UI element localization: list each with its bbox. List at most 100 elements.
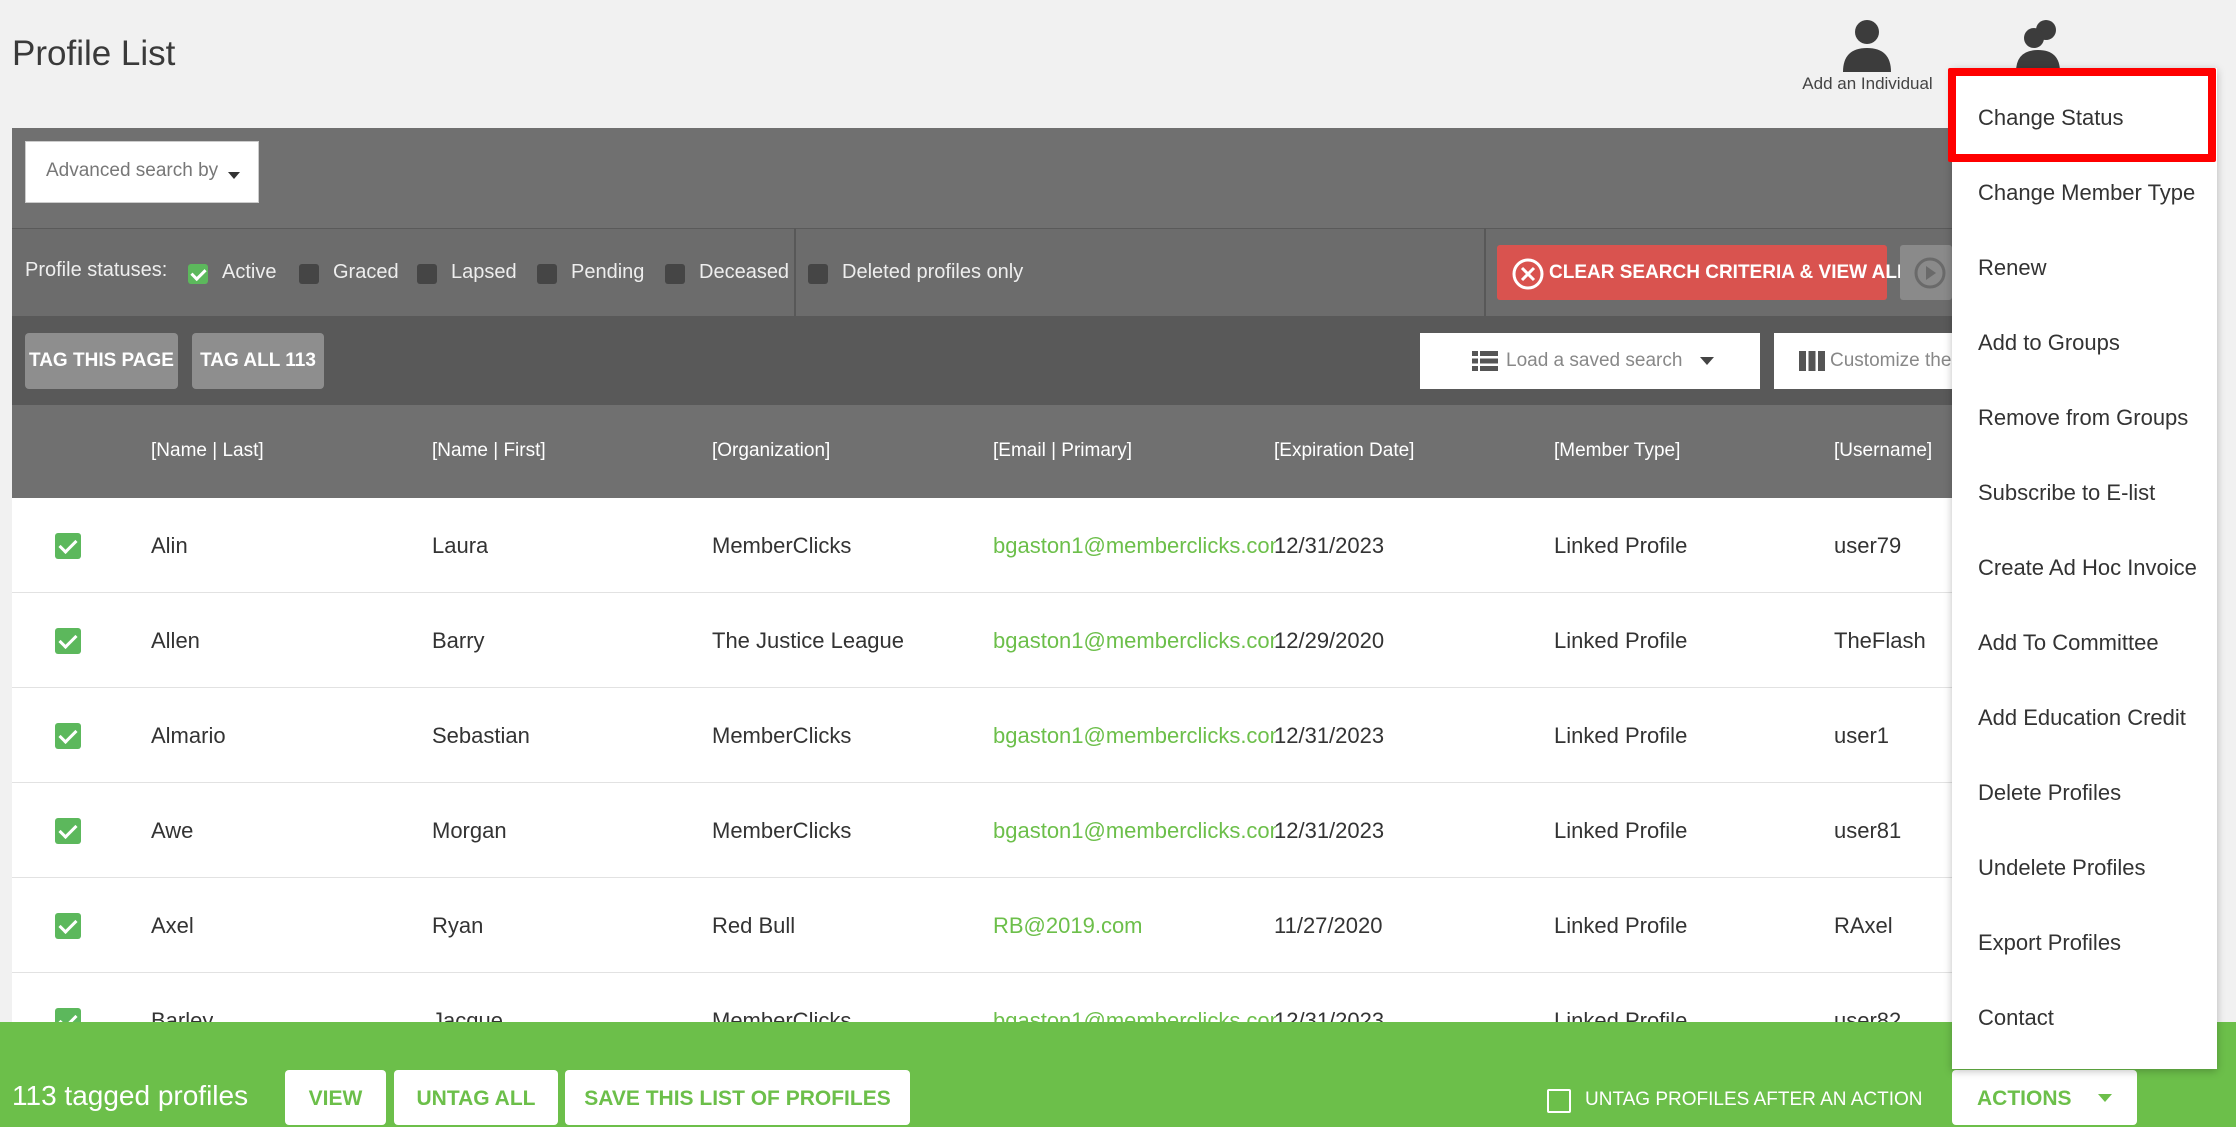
status-deceased-checkbox[interactable] xyxy=(665,264,685,284)
tag-all-button[interactable]: TAG ALL 113 xyxy=(192,333,324,389)
view-button[interactable]: VIEW xyxy=(285,1070,386,1125)
add-organization-icon[interactable] xyxy=(2012,18,2072,72)
cell-username: user1 xyxy=(1834,723,1890,748)
status-pending-label[interactable]: Pending xyxy=(571,261,644,284)
untag-after-action-checkbox[interactable] xyxy=(1547,1089,1571,1113)
deleted-only-checkbox[interactable] xyxy=(808,264,828,284)
cell-expiration-date: 12/31/2023 xyxy=(1274,818,1385,843)
run-search-button[interactable] xyxy=(1900,245,1952,300)
cell-email-link[interactable]: bgaston1@memberclicks.com xyxy=(993,818,1276,844)
cell-first-name: Sebastian xyxy=(432,723,530,748)
menu-item-undelete-profiles[interactable]: Undelete Profiles xyxy=(1978,855,2146,881)
actions-menu: Change Status Change Member Type Renew A… xyxy=(1952,68,2217,1069)
cell-member-type: Linked Profile xyxy=(1554,533,1688,558)
page-title: Profile List xyxy=(12,34,176,73)
status-pending-checkbox[interactable] xyxy=(537,264,557,284)
menu-item-subscribe-to-elist[interactable]: Subscribe to E-list xyxy=(1978,480,2155,506)
search-panel xyxy=(12,128,1952,228)
untag-all-button[interactable]: UNTAG ALL xyxy=(394,1070,558,1125)
column-header-username[interactable]: [Username] xyxy=(1834,440,1932,462)
row-checkbox[interactable] xyxy=(55,818,81,844)
menu-item-export-profiles[interactable]: Export Profiles xyxy=(1978,930,2121,956)
divider xyxy=(1484,228,1486,316)
close-circle-icon xyxy=(1512,258,1544,290)
cell-member-type: Linked Profile xyxy=(1554,818,1688,843)
tag-this-page-button[interactable]: TAG THIS PAGE xyxy=(25,333,178,389)
play-icon xyxy=(1914,257,1946,289)
status-deceased-label[interactable]: Deceased xyxy=(699,261,789,284)
add-individual-label[interactable]: Add an Individual xyxy=(1780,74,1955,94)
cell-last-name: Awe xyxy=(151,818,194,843)
row-checkbox[interactable] xyxy=(55,723,81,749)
menu-item-add-to-committee[interactable]: Add To Committee xyxy=(1978,630,2159,656)
menu-item-change-member-type[interactable]: Change Member Type xyxy=(1978,180,2195,206)
table-row[interactable]: Allen Barry The Justice League bgaston1@… xyxy=(12,593,1952,688)
menu-item-add-education-credit[interactable]: Add Education Credit xyxy=(1978,705,2186,731)
divider xyxy=(794,228,796,316)
customize-columns-button[interactable]: Customize the xyxy=(1774,333,1954,389)
column-header-expiration-date[interactable]: [Expiration Date] xyxy=(1274,440,1414,462)
untag-after-action-label[interactable]: UNTAG PROFILES AFTER AN ACTION xyxy=(1585,1089,1922,1111)
cell-username: user81 xyxy=(1834,818,1902,843)
cell-member-type: Linked Profile xyxy=(1554,913,1688,938)
actions-button[interactable]: ACTIONS xyxy=(1952,1070,2137,1125)
deleted-only-label[interactable]: Deleted profiles only xyxy=(842,261,1023,284)
column-header-email[interactable]: [Email | Primary] xyxy=(993,440,1132,462)
cell-first-name: Ryan xyxy=(432,913,484,938)
save-list-button[interactable]: SAVE THIS LIST OF PROFILES xyxy=(565,1070,910,1125)
menu-item-remove-from-groups[interactable]: Remove from Groups xyxy=(1978,405,2188,431)
menu-item-renew[interactable]: Renew xyxy=(1978,255,2046,281)
cell-email-link[interactable]: RB@2019.com xyxy=(993,913,1276,939)
highlight-box xyxy=(1948,68,2216,162)
table-row[interactable]: Awe Morgan MemberClicks bgaston1@memberc… xyxy=(12,783,1952,878)
status-active-label[interactable]: Active xyxy=(222,261,276,284)
status-lapsed-label[interactable]: Lapsed xyxy=(451,261,517,284)
cell-last-name: Almario xyxy=(151,723,226,748)
cell-last-name: Axel xyxy=(151,913,194,938)
cell-email-link[interactable]: bgaston1@memberclicks.com xyxy=(993,533,1276,559)
chevron-down-icon xyxy=(2098,1094,2112,1102)
row-checkbox[interactable] xyxy=(55,533,81,559)
cell-first-name: Laura xyxy=(432,533,489,558)
cell-email-link[interactable]: bgaston1@memberclicks.com xyxy=(993,723,1276,749)
cell-username: user79 xyxy=(1834,533,1902,558)
cell-organization: Red Bull xyxy=(712,913,796,938)
cell-organization: MemberClicks xyxy=(712,818,852,843)
cell-first-name: Barry xyxy=(432,628,485,653)
cell-expiration-date: 12/31/2023 xyxy=(1274,533,1385,558)
menu-item-create-ad-hoc-invoice[interactable]: Create Ad Hoc Invoice xyxy=(1978,555,2197,581)
table-row[interactable]: Alin Laura MemberClicks bgaston1@memberc… xyxy=(12,498,1952,593)
status-graced-checkbox[interactable] xyxy=(299,264,319,284)
cell-username: TheFlash xyxy=(1834,628,1926,653)
load-saved-search-label: Load a saved search xyxy=(1506,350,1683,371)
cell-expiration-date: 12/31/2023 xyxy=(1274,723,1385,748)
cell-organization: MemberClicks xyxy=(712,533,852,558)
status-active-checkbox[interactable] xyxy=(188,264,208,284)
cell-member-type: Linked Profile xyxy=(1554,628,1688,653)
cell-member-type: Linked Profile xyxy=(1554,723,1688,748)
table-row[interactable]: Axel Ryan Red Bull RB@2019.com 11/27/202… xyxy=(12,878,1952,973)
cell-last-name: Allen xyxy=(151,628,200,653)
menu-item-delete-profiles[interactable]: Delete Profiles xyxy=(1978,780,2121,806)
add-individual-icon[interactable] xyxy=(1837,18,1897,72)
cell-last-name: Alin xyxy=(151,533,188,558)
column-header-member-type[interactable]: [Member Type] xyxy=(1554,440,1680,462)
clear-search-button[interactable]: CLEAR SEARCH CRITERIA & VIEW ALL xyxy=(1497,245,1909,300)
column-header-last-name[interactable]: [Name | Last] xyxy=(151,440,264,462)
status-lapsed-checkbox[interactable] xyxy=(417,264,437,284)
chevron-down-icon xyxy=(1700,357,1714,365)
column-header-organization[interactable]: [Organization] xyxy=(712,440,830,462)
load-saved-search-dropdown[interactable]: Load a saved search xyxy=(1420,333,1760,389)
menu-item-contact[interactable]: Contact xyxy=(1978,1005,2054,1031)
cell-email-link[interactable]: bgaston1@memberclicks.com xyxy=(993,628,1276,654)
advanced-search-dropdown[interactable]: Advanced search by xyxy=(25,141,259,203)
column-header-first-name[interactable]: [Name | First] xyxy=(432,440,546,462)
menu-item-add-to-groups[interactable]: Add to Groups xyxy=(1978,330,2120,356)
columns-icon xyxy=(1799,351,1825,371)
row-checkbox[interactable] xyxy=(55,913,81,939)
status-graced-label[interactable]: Graced xyxy=(333,261,399,284)
table-row[interactable]: Almario Sebastian MemberClicks bgaston1@… xyxy=(12,688,1952,783)
cell-expiration-date: 11/27/2020 xyxy=(1274,913,1383,938)
row-checkbox[interactable] xyxy=(55,628,81,654)
chevron-down-icon xyxy=(228,172,240,179)
